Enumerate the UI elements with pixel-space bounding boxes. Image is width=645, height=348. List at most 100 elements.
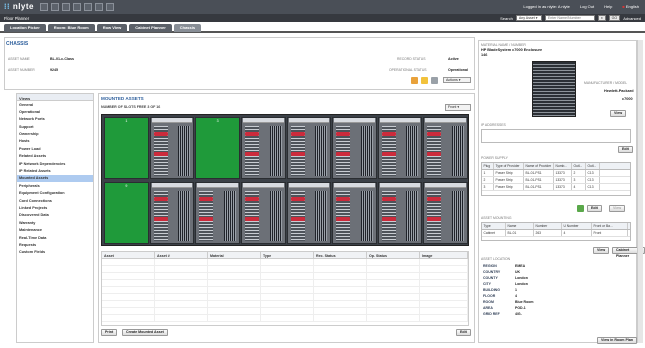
column-header[interactable]: Plug [482,163,494,169]
advanced-link[interactable]: Advanced [623,16,641,21]
edit-button[interactable]: Edit [456,329,471,336]
sidebar-item-linked-projects[interactable]: Linked Projects [17,204,93,211]
sidebar-item-power-load[interactable]: Power Load [17,145,93,152]
grid-icon[interactable] [40,3,48,11]
chassis-slot[interactable] [240,182,286,244]
help-link[interactable]: Help [604,4,612,9]
sidebar-item-ownership[interactable]: Ownership [17,131,93,138]
column-header[interactable]: U Number [562,223,592,229]
sidebar-item-hosts[interactable]: Hosts [17,138,93,145]
cabinet-icon[interactable] [84,3,92,11]
column-header[interactable]: Material [208,252,261,258]
tab-location-picker[interactable]: Location Picker [4,24,46,32]
view-room-plan-button[interactable]: View in Room Plan [597,337,638,344]
material-view-button[interactable]: View [610,110,627,117]
column-header[interactable]: Op. Status [367,252,420,258]
sidebar-item-cord-connections[interactable]: Cord Connections [17,197,93,204]
actions-button[interactable]: Actions ▾ [443,77,471,83]
column-header[interactable]: Name of Provider [524,163,554,169]
sidebar-item-ip-network-dependencies[interactable]: IP Network Dependencies [17,160,93,167]
chassis-slot[interactable] [149,182,195,244]
sidebar-item-ip-related-assets[interactable]: IP Related Assets [17,168,93,175]
server-drive [427,197,442,201]
sidebar-item-real-time-data[interactable]: Real-Time Data [17,234,93,241]
app-logo[interactable]: ⁝⁝ nlyte [4,2,34,11]
create-mounted-asset-button[interactable]: Create Mounted Asset [122,329,168,336]
tab-cabinet-planner[interactable]: Cabinet Planner [129,24,172,32]
search-x[interactable]: x [597,15,606,21]
search-type-select[interactable]: Any Asset ▾ [515,15,542,21]
chassis-slot[interactable]: 3 [195,117,240,179]
chassis-slot[interactable] [149,117,195,179]
search-input[interactable] [544,15,595,21]
chassis-slot[interactable] [377,117,423,179]
edit-icon[interactable] [421,77,428,84]
sidebar-item-discovered-data[interactable]: Discovered Data [17,212,93,219]
chassis-slot[interactable] [240,117,286,179]
sidebar-item-peripherals[interactable]: Peripherals [17,182,93,189]
language-link[interactable]: ■ English [622,4,639,9]
column-header[interactable]: Front or Ba... [592,223,628,229]
column-header[interactable]: Image [420,252,468,258]
sidebar-item-operational[interactable]: Operational [17,108,93,115]
sidebar-item-maintenance[interactable]: Maintenance [17,227,93,234]
column-header[interactable]: Name [506,223,534,229]
report-icon[interactable] [106,3,114,11]
column-header[interactable]: Asset # [155,252,208,258]
logout-link[interactable]: Log Out [580,4,594,9]
chassis-slot[interactable] [332,182,377,244]
slot-number: 3 [216,119,219,123]
chassis-slot[interactable]: 9 [104,182,149,244]
chassis-slot[interactable] [286,117,332,179]
column-header[interactable]: Type [482,223,506,229]
table-row[interactable]: 3 Power Strip BL-01-PS1 13373 4 C13 [482,184,630,191]
chassis-rack: 1 3 9 [101,114,469,246]
sidebar-item-related-assets[interactable]: Related Assets [17,153,93,160]
tab-chassis[interactable]: Chassis [173,24,202,32]
chassis-slot[interactable] [195,182,240,244]
chassis-slot[interactable] [332,117,377,179]
power-view-button[interactable]: View [609,205,626,212]
column-header[interactable]: Asset [102,252,155,258]
location-value: 4/G- [515,312,522,316]
table-row[interactable]: Cabinet BL-01 263 4 Front [482,230,630,237]
go-button[interactable]: GO [608,15,621,21]
print-button[interactable]: Print [101,329,118,336]
chassis-slot[interactable] [286,182,332,244]
column-header[interactable]: Number [534,223,562,229]
chart-icon[interactable] [62,3,70,11]
sidebar-item-warranty[interactable]: Warranty [17,219,93,226]
document-icon[interactable] [431,77,438,84]
scrollbar[interactable] [637,40,643,343]
tab-room[interactable]: Room: Blue Room [47,24,95,32]
column-header[interactable]: Numb... [554,163,572,169]
sidebar-item-requests[interactable]: Requests [17,241,93,248]
ip-edit-button[interactable]: Edit [618,146,633,153]
sidebar-item-general[interactable]: General [17,101,93,108]
add-icon[interactable] [577,205,584,212]
front-select[interactable]: Front ▾ [445,104,471,111]
table-row[interactable]: 2 Power Strip BL-01-PS1 13373 3 C13 [482,177,630,184]
device-icon[interactable] [95,3,103,11]
chassis-slot[interactable] [377,182,423,244]
mounting-view-button[interactable]: View [593,247,610,254]
chassis-slot[interactable] [423,182,468,244]
column-header[interactable]: Type [261,252,314,258]
rack-icon[interactable] [73,3,81,11]
sidebar-item-network-ports[interactable]: Network Ports [17,116,93,123]
chassis-slot[interactable] [423,117,468,179]
column-header[interactable]: Outl... [572,163,586,169]
tab-row-view[interactable]: Row View [96,24,128,32]
sidebar-item-support[interactable]: Support [17,123,93,130]
sidebar-item-equipment-configuration[interactable]: Equipment Configuration [17,190,93,197]
power-edit-button[interactable]: Edit [587,205,602,212]
column-header[interactable]: Outl... [586,163,600,169]
sidebar-item-custom-fields[interactable]: Custom Fields [17,249,93,256]
sidebar-item-mounted-assets[interactable]: Mounted Assets [17,174,93,183]
table-row[interactable]: 1 Power Strip BL-01-PS1 13373 2 C13 [482,170,630,177]
chassis-slot[interactable]: 1 [104,117,149,179]
warning-icon[interactable] [411,77,418,84]
floor-icon[interactable] [51,3,59,11]
column-header[interactable]: Type of Provider [494,163,524,169]
column-header[interactable]: Rec. Status [314,252,367,258]
